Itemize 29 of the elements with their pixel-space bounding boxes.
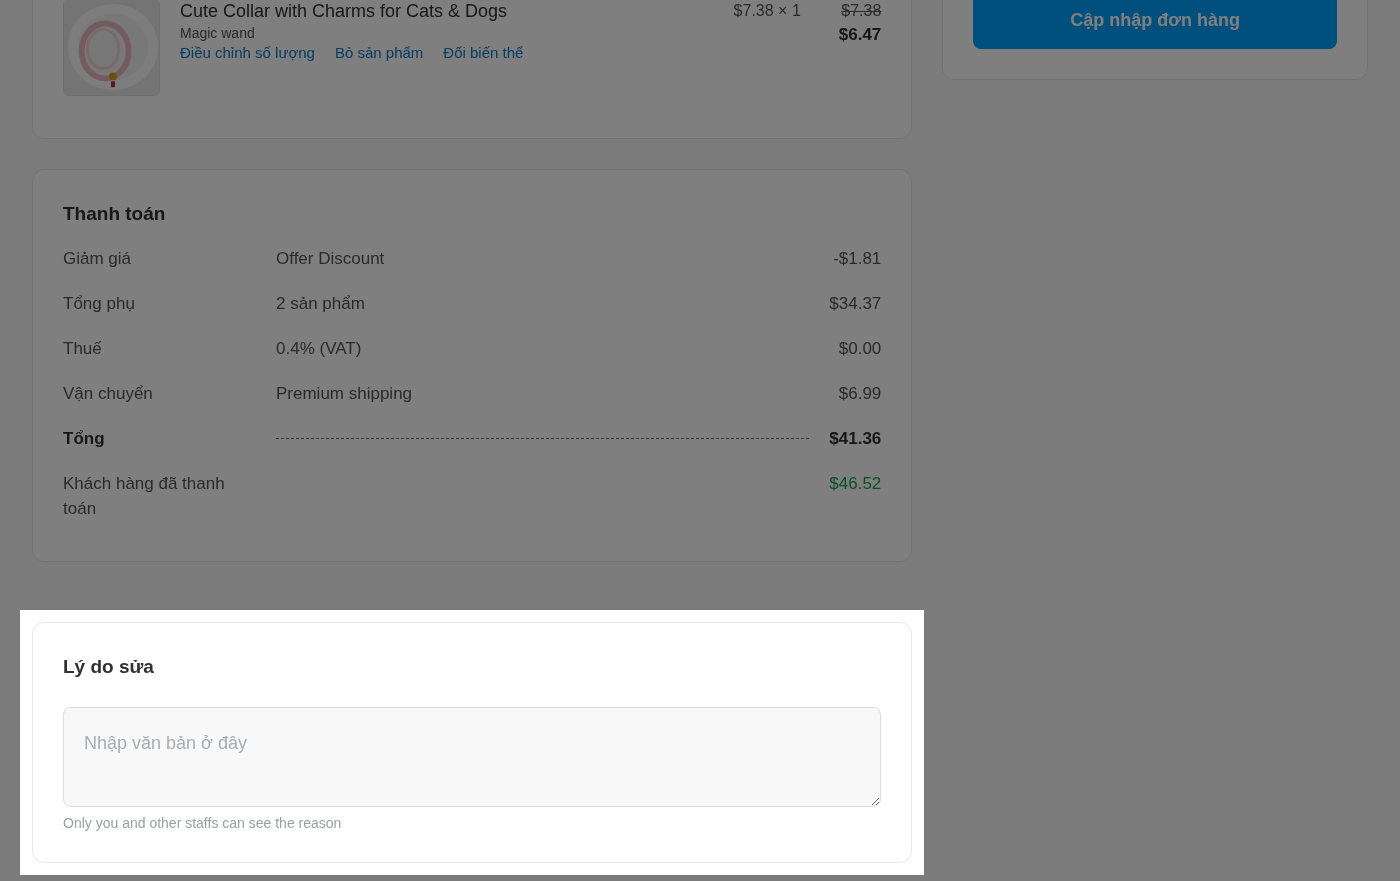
product-title: Cute Collar with Charms for Cats & Dogs xyxy=(180,0,509,23)
row-detail: 0.4% (VAT) xyxy=(276,338,362,360)
row-amount: $41.36 xyxy=(829,428,882,450)
unit-price: $7.38 × 1 xyxy=(733,1,801,21)
section-title: Lý do sửa xyxy=(63,655,155,679)
row-amount: $0.00 xyxy=(838,338,882,360)
row-label: Vận chuyển xyxy=(63,383,154,405)
row-amount: -$1.81 xyxy=(833,248,882,270)
row-label: Tổng xyxy=(63,428,106,450)
reason-input-field[interactable]: Nhập văn bản ở đây xyxy=(63,707,882,807)
update-order-button[interactable]: Cập nhập đơn hàng xyxy=(973,0,1337,49)
row-detail: Premium shipping xyxy=(276,383,413,405)
action-link[interactable]: Bỏ sản phẩm xyxy=(334,41,424,65)
action-link[interactable]: Đổi biến thể xyxy=(443,41,524,65)
original-price: $7.38 xyxy=(841,1,882,21)
row-detail: 2 sản phẩm xyxy=(276,293,365,315)
row-detail: Offer Discount xyxy=(276,248,385,270)
variant-name: Magic wand xyxy=(180,24,256,43)
row-label: Khách hàng đã thanh toán xyxy=(63,473,226,520)
section-title: Thanh toán xyxy=(63,202,167,226)
row-label: Giảm giá xyxy=(63,248,133,270)
discounted-price: $6.47 xyxy=(838,24,882,46)
row-amount: $6.99 xyxy=(838,383,882,405)
row-amount: $46.52 xyxy=(829,473,882,495)
row-amount: $34.37 xyxy=(829,293,882,315)
helper-text: Only you and other staffs can see the reason xyxy=(63,814,343,833)
row-label: Thuế xyxy=(63,338,103,360)
action-link[interactable]: Điều chỉnh số lượng xyxy=(180,41,315,65)
row-label: Tổng phụ xyxy=(63,293,136,315)
